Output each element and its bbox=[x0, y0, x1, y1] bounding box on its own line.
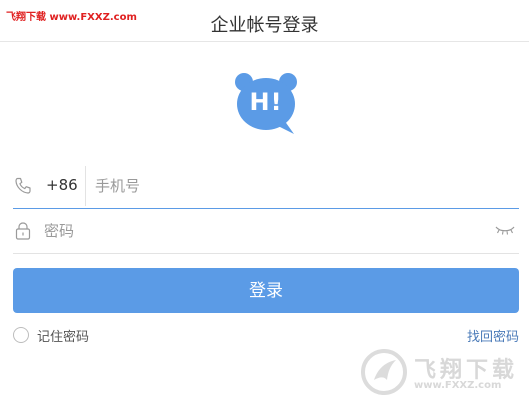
remember-label: 记住密码 bbox=[37, 329, 90, 345]
page-title: 企业帐号登录 bbox=[210, 15, 319, 36]
password-input[interactable] bbox=[44, 217, 484, 245]
phone-field-row: +86 bbox=[13, 164, 519, 209]
watermark-url: www.FXXZ.com bbox=[414, 380, 502, 391]
header-bar: 企业帐号登录 bbox=[0, 0, 529, 42]
password-field-row bbox=[13, 209, 519, 254]
eye-closed-icon[interactable] bbox=[495, 224, 515, 236]
logo-text: H! bbox=[249, 88, 283, 116]
forgot-password-link[interactable]: 找回密码 bbox=[467, 326, 519, 345]
watermark-logo-icon bbox=[361, 349, 407, 395]
remember-password[interactable]: 记住密码 bbox=[13, 326, 90, 345]
login-button[interactable]: 登录 bbox=[13, 268, 519, 313]
country-code[interactable]: +86 bbox=[46, 176, 78, 194]
speech-bubble-logo: H! bbox=[234, 70, 298, 136]
phone-icon bbox=[15, 177, 31, 194]
field-divider bbox=[85, 166, 86, 206]
lock-icon bbox=[15, 222, 31, 240]
remember-checkbox[interactable] bbox=[13, 327, 29, 343]
phone-input[interactable] bbox=[95, 172, 495, 200]
